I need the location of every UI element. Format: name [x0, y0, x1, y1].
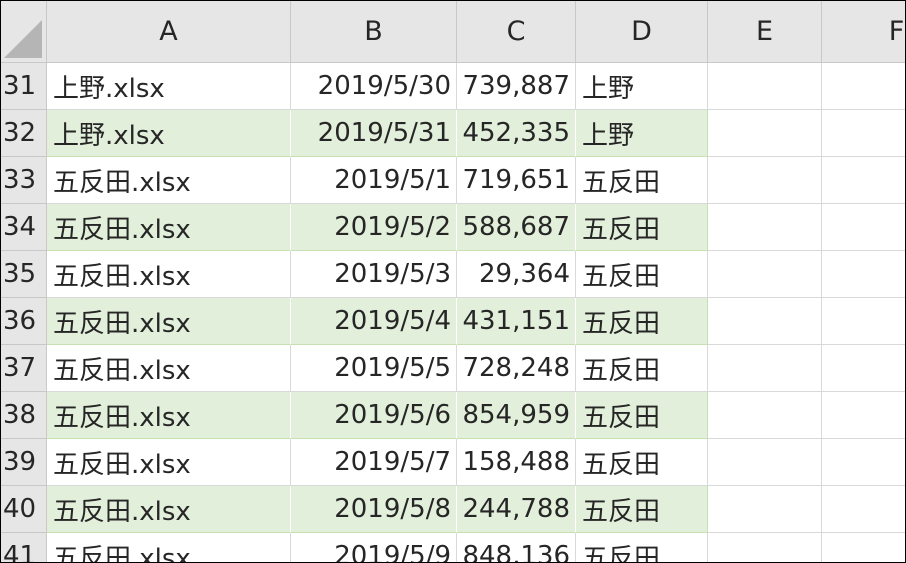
- cell-d[interactable]: 上野: [576, 110, 708, 157]
- cell-e[interactable]: [708, 204, 822, 251]
- column-header-f[interactable]: F: [822, 1, 905, 63]
- cell-d[interactable]: 五反田: [576, 486, 708, 533]
- cell-b[interactable]: 2019/5/31: [291, 110, 457, 157]
- cell-c[interactable]: 719,651: [457, 157, 576, 204]
- cell-d[interactable]: 五反田: [576, 533, 708, 562]
- spreadsheet-grid: A B C D E F 31 上野.xlsx 2019/5/30 739,887 上野 3…: [0, 0, 906, 563]
- cell-a[interactable]: 五反田.xlsx: [47, 533, 291, 562]
- cell-b[interactable]: 2019/5/30: [291, 63, 457, 110]
- row-header[interactable]: 40: [1, 486, 47, 533]
- cell-a[interactable]: 五反田.xlsx: [47, 251, 291, 298]
- cell-a[interactable]: 五反田.xlsx: [47, 298, 291, 345]
- column-header-d[interactable]: D: [576, 1, 708, 63]
- cell-b[interactable]: 2019/5/6: [291, 392, 457, 439]
- cell-b[interactable]: 2019/5/9: [291, 533, 457, 562]
- cell-e[interactable]: [708, 439, 822, 486]
- cell-b[interactable]: 2019/5/3: [291, 251, 457, 298]
- cell-d[interactable]: 五反田: [576, 204, 708, 251]
- cell-d[interactable]: 五反田: [576, 298, 708, 345]
- cell-d[interactable]: 五反田: [576, 439, 708, 486]
- cell-f[interactable]: [822, 204, 905, 251]
- row-header[interactable]: 33: [1, 157, 47, 204]
- cell-a[interactable]: 五反田.xlsx: [47, 204, 291, 251]
- cell-a[interactable]: 五反田.xlsx: [47, 486, 291, 533]
- cell-b[interactable]: 2019/5/8: [291, 486, 457, 533]
- cell-f[interactable]: [822, 298, 905, 345]
- cell-e[interactable]: [708, 392, 822, 439]
- cell-a[interactable]: 上野.xlsx: [47, 63, 291, 110]
- cell-f[interactable]: [822, 439, 905, 486]
- cell-e[interactable]: [708, 63, 822, 110]
- cell-b[interactable]: 2019/5/4: [291, 298, 457, 345]
- cell-f[interactable]: [822, 110, 905, 157]
- cell-d[interactable]: 五反田: [576, 345, 708, 392]
- cell-f[interactable]: [822, 251, 905, 298]
- cell-a[interactable]: 五反田.xlsx: [47, 345, 291, 392]
- cell-a[interactable]: 五反田.xlsx: [47, 439, 291, 486]
- row-header[interactable]: 36: [1, 298, 47, 345]
- cell-c[interactable]: 452,335: [457, 110, 576, 157]
- cell-e[interactable]: [708, 157, 822, 204]
- cell-c[interactable]: 739,887: [457, 63, 576, 110]
- cell-e[interactable]: [708, 533, 822, 562]
- cell-a[interactable]: 上野.xlsx: [47, 110, 291, 157]
- cell-f[interactable]: [822, 63, 905, 110]
- cell-c[interactable]: 158,488: [457, 439, 576, 486]
- row-header[interactable]: 32: [1, 110, 47, 157]
- cell-c[interactable]: 848,136: [457, 533, 576, 562]
- cell-c[interactable]: 854,959: [457, 392, 576, 439]
- select-all-triangle-icon: [4, 20, 42, 58]
- cell-b[interactable]: 2019/5/5: [291, 345, 457, 392]
- cell-e[interactable]: [708, 110, 822, 157]
- row-header[interactable]: 39: [1, 439, 47, 486]
- cell-c[interactable]: 588,687: [457, 204, 576, 251]
- row-header[interactable]: 37: [1, 345, 47, 392]
- cell-f[interactable]: [822, 486, 905, 533]
- cell-f[interactable]: [822, 157, 905, 204]
- column-header-c[interactable]: C: [457, 1, 576, 63]
- cell-f[interactable]: [822, 345, 905, 392]
- cell-a[interactable]: 五反田.xlsx: [47, 157, 291, 204]
- cell-b[interactable]: 2019/5/2: [291, 204, 457, 251]
- column-header-a[interactable]: A: [47, 1, 291, 63]
- cell-e[interactable]: [708, 298, 822, 345]
- cell-d[interactable]: 上野: [576, 63, 708, 110]
- cell-b[interactable]: 2019/5/1: [291, 157, 457, 204]
- cell-e[interactable]: [708, 345, 822, 392]
- cell-e[interactable]: [708, 251, 822, 298]
- column-header-e[interactable]: E: [708, 1, 822, 63]
- cell-b[interactable]: 2019/5/7: [291, 439, 457, 486]
- cell-f[interactable]: [822, 392, 905, 439]
- cell-f[interactable]: [822, 533, 905, 562]
- cell-c[interactable]: 29,364: [457, 251, 576, 298]
- cell-c[interactable]: 244,788: [457, 486, 576, 533]
- cell-e[interactable]: [708, 486, 822, 533]
- cell-c[interactable]: 728,248: [457, 345, 576, 392]
- cell-d[interactable]: 五反田: [576, 392, 708, 439]
- row-header[interactable]: 34: [1, 204, 47, 251]
- cell-d[interactable]: 五反田: [576, 157, 708, 204]
- cell-d[interactable]: 五反田: [576, 251, 708, 298]
- row-header[interactable]: 35: [1, 251, 47, 298]
- cell-a[interactable]: 五反田.xlsx: [47, 392, 291, 439]
- row-header[interactable]: 31: [1, 63, 47, 110]
- row-header[interactable]: 41: [1, 533, 47, 562]
- cell-c[interactable]: 431,151: [457, 298, 576, 345]
- select-all-button[interactable]: [1, 1, 47, 63]
- row-header[interactable]: 38: [1, 392, 47, 439]
- column-header-b[interactable]: B: [291, 1, 457, 63]
